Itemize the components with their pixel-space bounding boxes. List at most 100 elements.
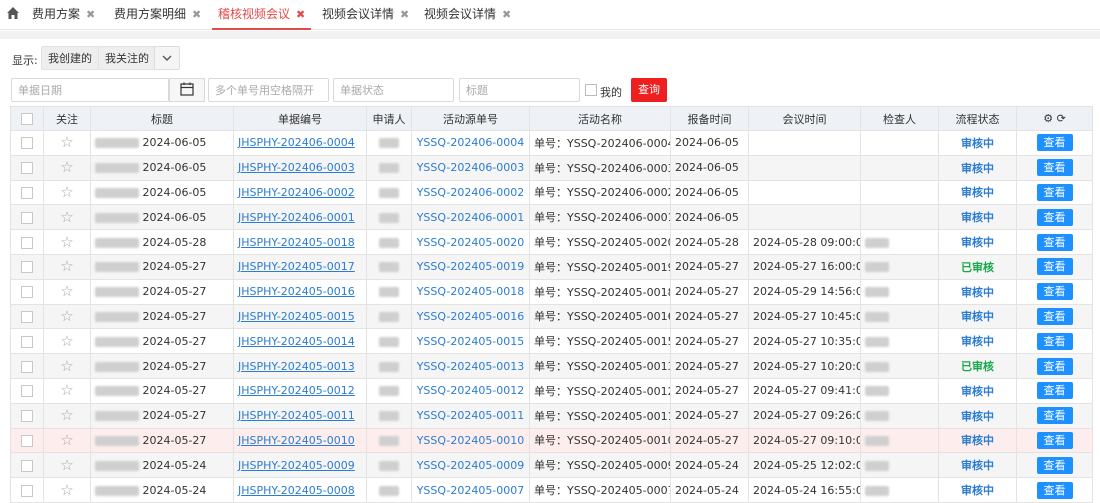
follow-cell[interactable]: ☆ <box>43 477 91 503</box>
doc-number-cell[interactable]: JHSPHY-202405-0012 <box>233 377 367 404</box>
expand-filter-button[interactable] <box>154 46 180 70</box>
close-icon[interactable]: ✖ <box>296 8 305 21</box>
follow-cell[interactable]: ☆ <box>43 253 91 280</box>
table-row[interactable]: ☆ 2024-05-27 JHSPHY-202405-0015 YSSQ-20240… <box>10 303 1093 330</box>
tab-fee-plan[interactable]: 费用方案 ✖ <box>32 0 95 30</box>
source-number-cell[interactable]: YSSQ-202405-0016 <box>411 303 530 330</box>
doc-number-cell[interactable]: JHSPHY-202406-0003 <box>233 154 367 181</box>
row-checkbox[interactable] <box>21 385 33 398</box>
row-checkbox[interactable] <box>21 236 33 249</box>
doc-number-cell[interactable]: JHSPHY-202406-0002 <box>233 179 367 206</box>
source-number-link[interactable]: YSSQ-202405-0009 <box>417 459 525 472</box>
source-number-cell[interactable]: YSSQ-202405-0011 <box>411 402 530 429</box>
filter-followed-by-me[interactable]: 我关注的 <box>98 46 156 70</box>
view-button[interactable]: 查看 <box>1036 357 1073 375</box>
source-number-link[interactable]: YSSQ-202405-0013 <box>417 360 525 373</box>
row-select-cell[interactable] <box>10 402 44 429</box>
row-select-cell[interactable] <box>10 328 44 355</box>
doc-numbers-input[interactable] <box>208 78 329 102</box>
view-button[interactable]: 查看 <box>1036 183 1073 201</box>
row-checkbox[interactable] <box>21 162 33 175</box>
doc-number-link[interactable]: JHSPHY-202406-0003 <box>238 161 355 174</box>
source-number-link[interactable]: YSSQ-202405-0016 <box>417 310 525 323</box>
source-number-cell[interactable]: YSSQ-202405-0009 <box>411 452 530 479</box>
search-button[interactable]: 查询 <box>631 78 667 102</box>
star-icon[interactable]: ☆ <box>60 183 73 201</box>
row-checkbox[interactable] <box>21 484 33 497</box>
doc-number-link[interactable]: JHSPHY-202405-0017 <box>238 260 355 273</box>
star-icon[interactable]: ☆ <box>60 282 73 300</box>
tab-video-meeting-detail-1[interactable]: 视频会议详情 ✖ <box>322 0 409 30</box>
doc-number-link[interactable]: JHSPHY-202405-0008 <box>238 484 355 497</box>
follow-cell[interactable]: ☆ <box>43 154 91 181</box>
doc-number-link[interactable]: JHSPHY-202405-0016 <box>238 285 355 298</box>
follow-cell[interactable]: ☆ <box>43 204 91 231</box>
select-all-checkbox[interactable] <box>21 113 33 125</box>
select-all-cell[interactable] <box>10 106 44 131</box>
view-button[interactable]: 查看 <box>1036 233 1073 251</box>
row-checkbox[interactable] <box>21 310 33 323</box>
source-number-cell[interactable]: YSSQ-202405-0007 <box>411 477 530 503</box>
doc-number-link[interactable]: JHSPHY-202405-0009 <box>238 459 355 472</box>
star-icon[interactable]: ☆ <box>60 307 73 325</box>
source-number-cell[interactable]: YSSQ-202405-0015 <box>411 328 530 355</box>
view-button[interactable]: 查看 <box>1036 283 1073 301</box>
close-icon[interactable]: ✖ <box>502 8 511 21</box>
doc-number-cell[interactable]: JHSPHY-202405-0011 <box>233 402 367 429</box>
row-checkbox[interactable] <box>21 434 33 447</box>
row-select-cell[interactable] <box>10 179 44 206</box>
star-icon[interactable]: ☆ <box>60 456 73 474</box>
follow-cell[interactable]: ☆ <box>43 377 91 404</box>
source-number-link[interactable]: YSSQ-202405-0020 <box>417 236 525 249</box>
star-icon[interactable]: ☆ <box>60 406 73 424</box>
doc-number-cell[interactable]: JHSPHY-202405-0013 <box>233 353 367 379</box>
view-button[interactable]: 查看 <box>1036 332 1073 350</box>
doc-number-cell[interactable]: JHSPHY-202405-0015 <box>233 303 367 330</box>
doc-number-cell[interactable]: JHSPHY-202406-0004 <box>233 130 367 156</box>
source-number-link[interactable]: YSSQ-202406-0002 <box>417 186 525 199</box>
source-number-cell[interactable]: YSSQ-202406-0001 <box>411 204 530 231</box>
row-select-cell[interactable] <box>10 253 44 280</box>
source-number-link[interactable]: YSSQ-202406-0001 <box>417 211 525 224</box>
table-row[interactable]: ☆ 2024-05-27 JHSPHY-202405-0011 YSSQ-20240… <box>10 402 1093 429</box>
filter-created-by-me[interactable]: 我创建的 <box>41 46 99 70</box>
table-row[interactable]: ☆ 2024-05-27 JHSPHY-202405-0012 YSSQ-20240… <box>10 377 1093 404</box>
row-select-cell[interactable] <box>10 377 44 404</box>
table-row[interactable]: ☆ 2024-05-24 JHSPHY-202405-0008 YSSQ-20240… <box>10 477 1093 503</box>
source-number-link[interactable]: YSSQ-202405-0018 <box>417 285 525 298</box>
calendar-button[interactable] <box>169 78 205 102</box>
row-select-cell[interactable] <box>10 427 44 454</box>
source-number-link[interactable]: YSSQ-202406-0004 <box>417 136 525 149</box>
follow-cell[interactable]: ☆ <box>43 427 91 454</box>
row-select-cell[interactable] <box>10 353 44 379</box>
home-icon[interactable] <box>6 6 20 20</box>
table-row[interactable]: ☆ 2024-05-28 JHSPHY-202405-0018 YSSQ-20240… <box>10 229 1093 255</box>
star-icon[interactable]: ☆ <box>60 481 73 499</box>
doc-number-cell[interactable]: JHSPHY-202405-0016 <box>233 278 367 305</box>
row-select-cell[interactable] <box>10 229 44 255</box>
doc-number-link[interactable]: JHSPHY-202405-0014 <box>238 335 355 348</box>
row-checkbox[interactable] <box>21 186 33 199</box>
source-number-link[interactable]: YSSQ-202406-0003 <box>417 161 525 174</box>
source-number-cell[interactable]: YSSQ-202406-0003 <box>411 154 530 181</box>
table-row[interactable]: ☆ 2024-05-24 JHSPHY-202405-0009 YSSQ-20240… <box>10 452 1093 479</box>
doc-status-select[interactable] <box>333 78 454 102</box>
view-button[interactable]: 查看 <box>1036 456 1073 474</box>
doc-number-link[interactable]: JHSPHY-202405-0018 <box>238 236 355 249</box>
doc-number-link[interactable]: JHSPHY-202405-0013 <box>238 360 355 373</box>
source-number-link[interactable]: YSSQ-202405-0015 <box>417 335 525 348</box>
doc-number-link[interactable]: JHSPHY-202405-0015 <box>238 310 355 323</box>
table-row[interactable]: ☆ 2024-05-27 JHSPHY-202405-0013 YSSQ-20240… <box>10 353 1093 379</box>
star-icon[interactable]: ☆ <box>60 431 73 449</box>
close-icon[interactable]: ✖ <box>86 8 95 21</box>
doc-number-cell[interactable]: JHSPHY-202405-0008 <box>233 477 367 503</box>
row-checkbox[interactable] <box>21 261 33 274</box>
row-select-cell[interactable] <box>10 303 44 330</box>
doc-number-cell[interactable]: JHSPHY-202405-0009 <box>233 452 367 479</box>
star-icon[interactable]: ☆ <box>60 133 73 151</box>
follow-cell[interactable]: ☆ <box>43 130 91 156</box>
row-select-cell[interactable] <box>10 154 44 181</box>
doc-number-cell[interactable]: JHSPHY-202405-0018 <box>233 229 367 255</box>
row-checkbox[interactable] <box>21 286 33 299</box>
doc-number-link[interactable]: JHSPHY-202405-0010 <box>238 434 355 447</box>
